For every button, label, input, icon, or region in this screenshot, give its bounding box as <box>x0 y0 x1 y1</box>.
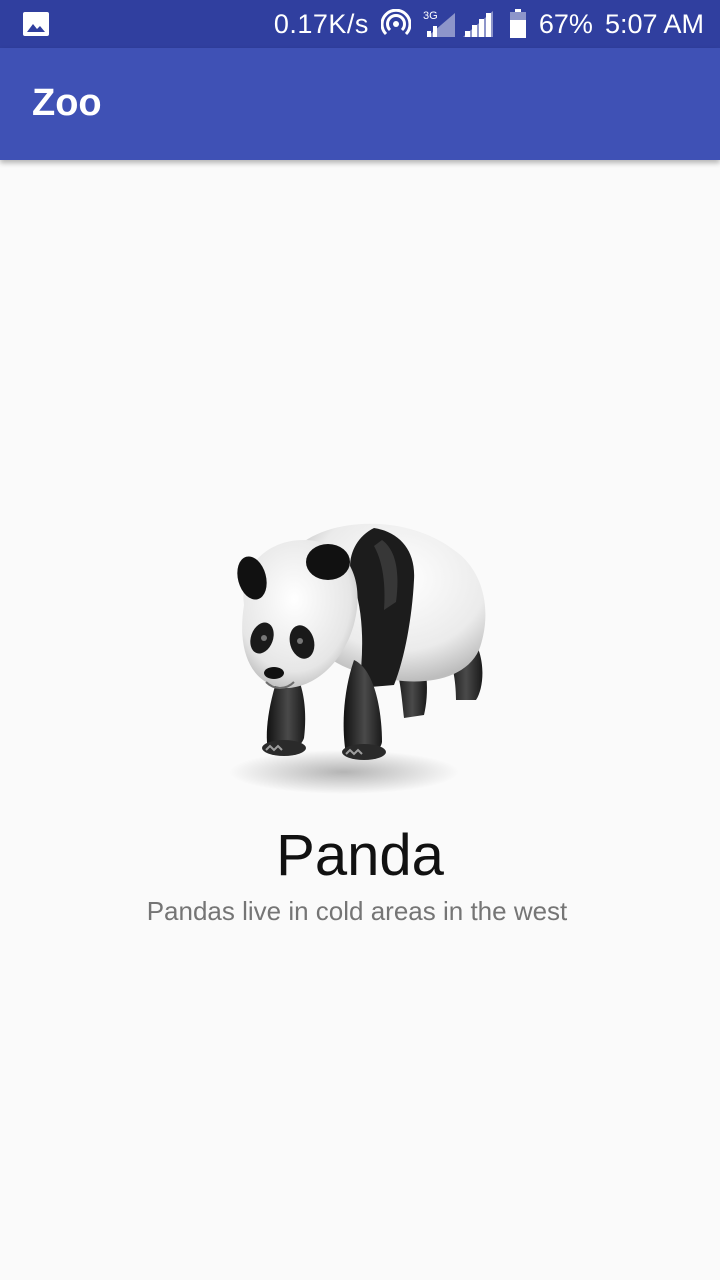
net-speed: 0.17K/s <box>273 8 369 39</box>
status-right: 0.17K/s 3G 67% 5:07 AM <box>274 0 704 48</box>
app-bar: Zoo <box>0 48 720 160</box>
status-bar: 0.17K/s 3G 67% 5:07 AM <box>0 0 720 48</box>
animal-description: Pandas live in cold areas in the west <box>146 896 568 926</box>
cell-signal-icon: 3G <box>423 9 497 39</box>
network-type: 3G <box>423 10 438 22</box>
clock: 5:07 AM <box>604 8 704 39</box>
app-title: Zoo <box>32 82 102 124</box>
panda-image <box>224 510 496 806</box>
hotspot-icon <box>380 9 411 39</box>
animal-name: Panda <box>276 823 444 888</box>
image-notification-icon <box>22 11 50 37</box>
screen: 0.17K/s 3G 67% 5:07 AM Zoo Panda Pandas … <box>0 0 720 1280</box>
battery-icon <box>509 9 527 39</box>
battery-percent: 67% <box>538 8 593 39</box>
